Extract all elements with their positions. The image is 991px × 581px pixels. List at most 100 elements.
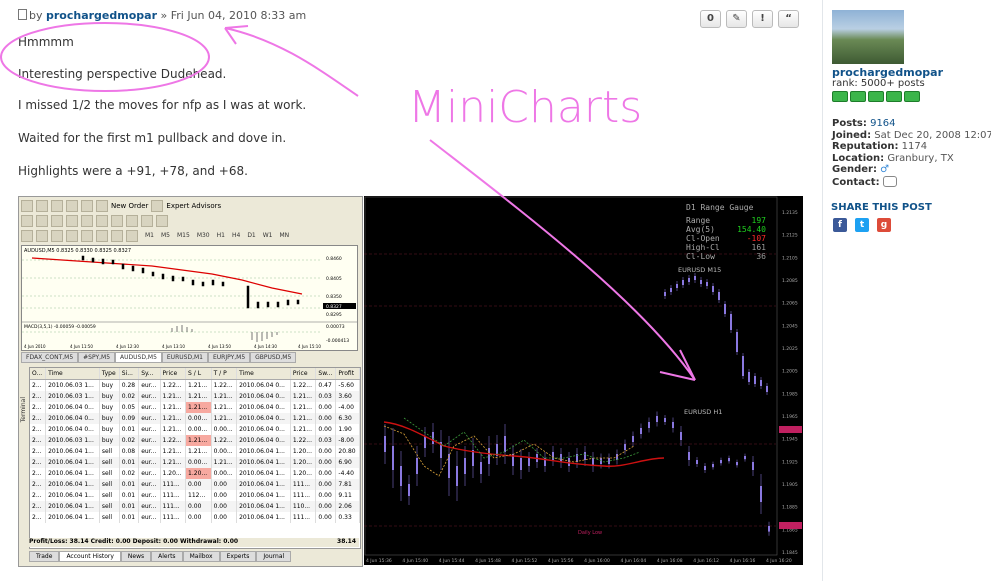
table-row: 2... 2010.06.03 1... buy 0.28 eur... 1.22... 1… bbox=[30, 379, 360, 391]
tf-m15: M15 bbox=[177, 232, 190, 239]
text-icon bbox=[126, 229, 138, 242]
market-watch-icon bbox=[51, 199, 63, 212]
time-tick: 4 Jun 16:04 bbox=[621, 558, 647, 564]
table-cell: 2010.06.04 0... bbox=[236, 391, 291, 402]
edit-button[interactable]: ✎ bbox=[726, 10, 747, 28]
quote-button[interactable]: “ bbox=[778, 10, 799, 28]
post-icon bbox=[18, 9, 27, 20]
table-cell: 0.00 bbox=[315, 402, 337, 413]
post-line-3: I missed 1/2 the moves for nfp as I was … bbox=[18, 98, 307, 112]
table-cell: -4.00 bbox=[335, 402, 360, 413]
candle-body bbox=[736, 462, 738, 466]
candle-body bbox=[640, 428, 642, 434]
candle-body bbox=[752, 462, 754, 470]
terminal-icon bbox=[81, 199, 93, 212]
price-tick: 1.1965 bbox=[782, 414, 798, 420]
table-cell: 0.33 bbox=[335, 512, 360, 523]
candle-body bbox=[664, 418, 666, 422]
table-cell: 2010.06.04 0... bbox=[236, 424, 291, 435]
candle-body bbox=[724, 304, 726, 314]
table-cell: 2010.06.04 0... bbox=[236, 435, 291, 446]
table-cell: 1.22... bbox=[211, 379, 238, 391]
price-tick: 1.1885 bbox=[782, 505, 798, 511]
table-cell: 7.81 bbox=[335, 479, 360, 490]
table-cell: eur... bbox=[138, 501, 161, 512]
rank-badge-icon bbox=[904, 91, 920, 102]
table-cell: 1.21... bbox=[185, 446, 212, 457]
tf-h1: H1 bbox=[216, 232, 225, 239]
price-tick-5: 0.8295 bbox=[326, 312, 342, 318]
table-cell: 0.00 bbox=[315, 490, 337, 501]
price-tick: 1.2085 bbox=[782, 278, 798, 284]
terminal-label: Terminal bbox=[20, 397, 27, 423]
table-cell: 2... bbox=[30, 479, 47, 490]
table-cell: 1.21... bbox=[211, 457, 238, 468]
table-cell: 0.03 bbox=[315, 391, 337, 402]
facebook-icon[interactable]: f bbox=[833, 218, 847, 232]
table-cell: 0.00... bbox=[211, 424, 238, 435]
templates-icon bbox=[156, 214, 168, 227]
posts-label: Posts: bbox=[832, 118, 867, 129]
post-author-link[interactable]: prochargedmopar bbox=[46, 9, 157, 22]
table-cell: 2010.06.03 1... bbox=[45, 435, 100, 446]
gauge-value: -107 bbox=[747, 234, 766, 243]
mt4-terminal-screenshot: New Order Expert Advisors M1 M5 M15 M30 … bbox=[18, 196, 363, 567]
table-cell: 0.02 bbox=[119, 468, 140, 479]
like-count-button[interactable]: 0 bbox=[700, 10, 721, 28]
trendline-icon bbox=[81, 229, 93, 242]
profile-info: Posts: 9164 Joined: Sat Dec 20, 2008 12:… bbox=[832, 118, 991, 188]
time-tick: 4 Jun 15:56 bbox=[548, 558, 574, 564]
indicators-icon bbox=[126, 214, 138, 227]
profiles-icon bbox=[36, 199, 48, 212]
time-tick: 4 Jun 16:00 bbox=[584, 558, 610, 564]
expert-advisors-button: Expert Advisors bbox=[166, 201, 222, 210]
candle-body bbox=[696, 460, 698, 464]
google-plus-icon[interactable]: g bbox=[877, 218, 891, 232]
price-tick: 1.2125 bbox=[782, 233, 798, 239]
candle-body bbox=[700, 280, 702, 284]
tf-m1: M1 bbox=[145, 232, 154, 239]
table-row: 2... 2010.06.04 1... sell 0.08 eur... 1.21...… bbox=[30, 446, 360, 457]
gauge-title: D1 Range Gauge bbox=[686, 203, 754, 212]
table-cell: 1.21... bbox=[290, 402, 317, 413]
table-cell: 0.09 bbox=[119, 413, 140, 424]
table-cell: 20.80 bbox=[335, 446, 360, 457]
table-cell: 0.28 bbox=[119, 379, 140, 391]
price-tick-2: 0.8405 bbox=[326, 276, 342, 282]
table-cell: 1.22... bbox=[290, 435, 317, 446]
time-tick-1: 4 Jun 2010 bbox=[24, 344, 46, 349]
user-avatar[interactable] bbox=[832, 10, 904, 64]
price-tick: 1.2065 bbox=[782, 301, 798, 307]
table-cell: 2... bbox=[30, 501, 47, 512]
table-cell: 1.21... bbox=[185, 379, 212, 391]
table-cell: eur... bbox=[138, 435, 161, 446]
contact-label: Contact: bbox=[832, 176, 880, 188]
table-cell: 1.21... bbox=[185, 391, 212, 402]
reputation-value: 1174 bbox=[901, 141, 928, 152]
table-row: 2... 2010.06.04 0... buy 0.01 eur... 1.21... 0… bbox=[30, 424, 360, 435]
table-cell: 1.22... bbox=[160, 435, 187, 446]
table-cell: 1.21... bbox=[160, 402, 187, 413]
candle-body bbox=[712, 464, 714, 468]
candle-body bbox=[520, 458, 522, 470]
price-tick: 1.2045 bbox=[782, 323, 798, 329]
column-header: Time bbox=[236, 368, 291, 380]
contact-icon[interactable] bbox=[882, 175, 897, 187]
minicharts-annotation: MiniCharts bbox=[408, 82, 642, 133]
posts-count-link[interactable]: 9164 bbox=[870, 118, 895, 129]
table-cell: 2... bbox=[30, 413, 47, 424]
price-tick: 1.2025 bbox=[782, 346, 798, 352]
hline-icon bbox=[66, 229, 78, 242]
column-header: T / P bbox=[211, 368, 238, 380]
table-cell: eur... bbox=[138, 490, 161, 501]
table-row: 2... 2010.06.04 1... sell 0.01 eur... 111... 0… bbox=[30, 479, 360, 490]
gender-label: Gender: bbox=[832, 164, 877, 175]
vline-icon bbox=[51, 229, 63, 242]
time-tick: 4 Jun 15:40 bbox=[402, 558, 428, 564]
time-tick: 4 Jun 15:36 bbox=[366, 558, 392, 564]
table-cell: sell bbox=[99, 512, 120, 523]
table-cell: 1.21... bbox=[211, 402, 238, 413]
rank-badge-icon bbox=[886, 91, 902, 102]
report-button[interactable]: ! bbox=[752, 10, 773, 28]
twitter-icon[interactable]: t bbox=[855, 218, 869, 232]
